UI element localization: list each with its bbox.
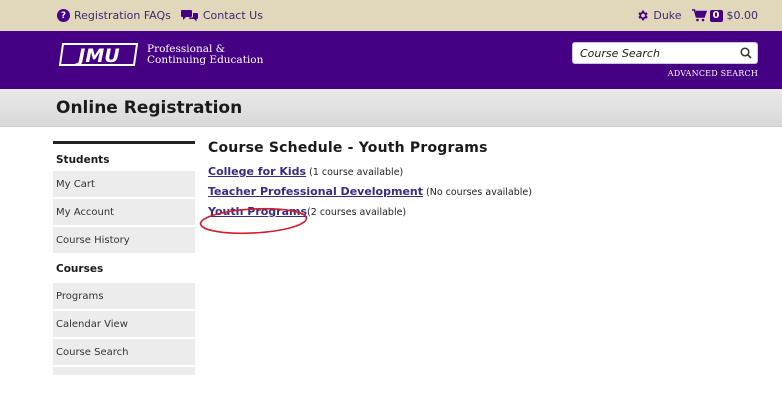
- logo-line-1: Professional &: [147, 42, 226, 55]
- user-name-label: Duke: [653, 9, 682, 22]
- user-account-link[interactable]: Duke: [636, 9, 682, 22]
- sidebar-item-programs[interactable]: Programs: [53, 283, 195, 309]
- contact-us-link[interactable]: Contact Us: [180, 9, 263, 22]
- question-circle-icon: ?: [57, 9, 70, 22]
- sidebar-item-my-account[interactable]: My Account: [53, 199, 195, 225]
- logo-mark-text: JMU: [74, 45, 120, 67]
- cart-count-badge: 0: [709, 9, 723, 22]
- category-row: Teacher Professional Development (No cou…: [208, 185, 748, 205]
- sidebar-item-course-history[interactable]: Course History: [53, 227, 195, 253]
- category-count: (2 courses available): [307, 207, 407, 218]
- course-schedule-heading: Course Schedule - Youth Programs: [208, 140, 488, 156]
- category-count: (1 course available): [309, 167, 404, 178]
- category-count: (No courses available): [426, 187, 532, 198]
- shopping-cart-icon: [691, 9, 707, 22]
- cart-total-label: $0.00: [726, 9, 759, 22]
- sidebar-heading-students: Students: [53, 141, 195, 171]
- utility-links-right: Duke 0 $0.00: [636, 0, 758, 31]
- search-icon: [740, 47, 752, 59]
- sidebar-heading-courses: Courses: [56, 263, 104, 275]
- utility-bar: ? Registration FAQs Contact Us Duke 0 $0…: [0, 0, 782, 31]
- contact-us-label: Contact Us: [202, 9, 263, 22]
- page-title: Online Registration: [56, 98, 243, 118]
- sidebar-item-course-search[interactable]: Course Search: [53, 339, 195, 365]
- search-button[interactable]: [735, 43, 757, 63]
- advanced-search-link[interactable]: ADVANCED SEARCH: [668, 69, 758, 78]
- sidebar-item-my-cart[interactable]: My Cart: [53, 171, 195, 197]
- gear-icon: [636, 9, 649, 22]
- logo-line-2: Continuing Education: [147, 53, 264, 66]
- cart-link[interactable]: 0 $0.00: [691, 9, 759, 22]
- chat-bubbles-icon: [180, 9, 199, 22]
- logo-wordmark: Professional & Continuing Education: [147, 42, 264, 66]
- sidebar-nav: Students My Cart My Account Course Histo…: [53, 141, 195, 375]
- utility-links-left: ? Registration FAQs Contact Us: [57, 0, 263, 31]
- category-row: College for Kids (1 course available): [208, 165, 748, 185]
- category-link-teacher-professional-development[interactable]: Teacher Professional Development: [208, 185, 423, 198]
- registration-faqs-label: Registration FAQs: [74, 9, 171, 22]
- course-search-box: [572, 42, 758, 64]
- annotation-circle: [199, 207, 308, 235]
- category-link-college-for-kids[interactable]: College for Kids: [208, 165, 306, 178]
- site-header: JMU Professional & Continuing Education …: [0, 31, 782, 89]
- course-search-input[interactable]: [573, 43, 735, 63]
- jmu-logo[interactable]: JMU Professional & Continuing Education: [58, 42, 264, 67]
- sidebar-item-partial[interactable]: [53, 367, 195, 375]
- registration-faqs-link[interactable]: ? Registration FAQs: [57, 9, 171, 22]
- sidebar-item-calendar-view[interactable]: Calendar View: [53, 311, 195, 337]
- jmu-logo-mark: JMU: [58, 42, 141, 67]
